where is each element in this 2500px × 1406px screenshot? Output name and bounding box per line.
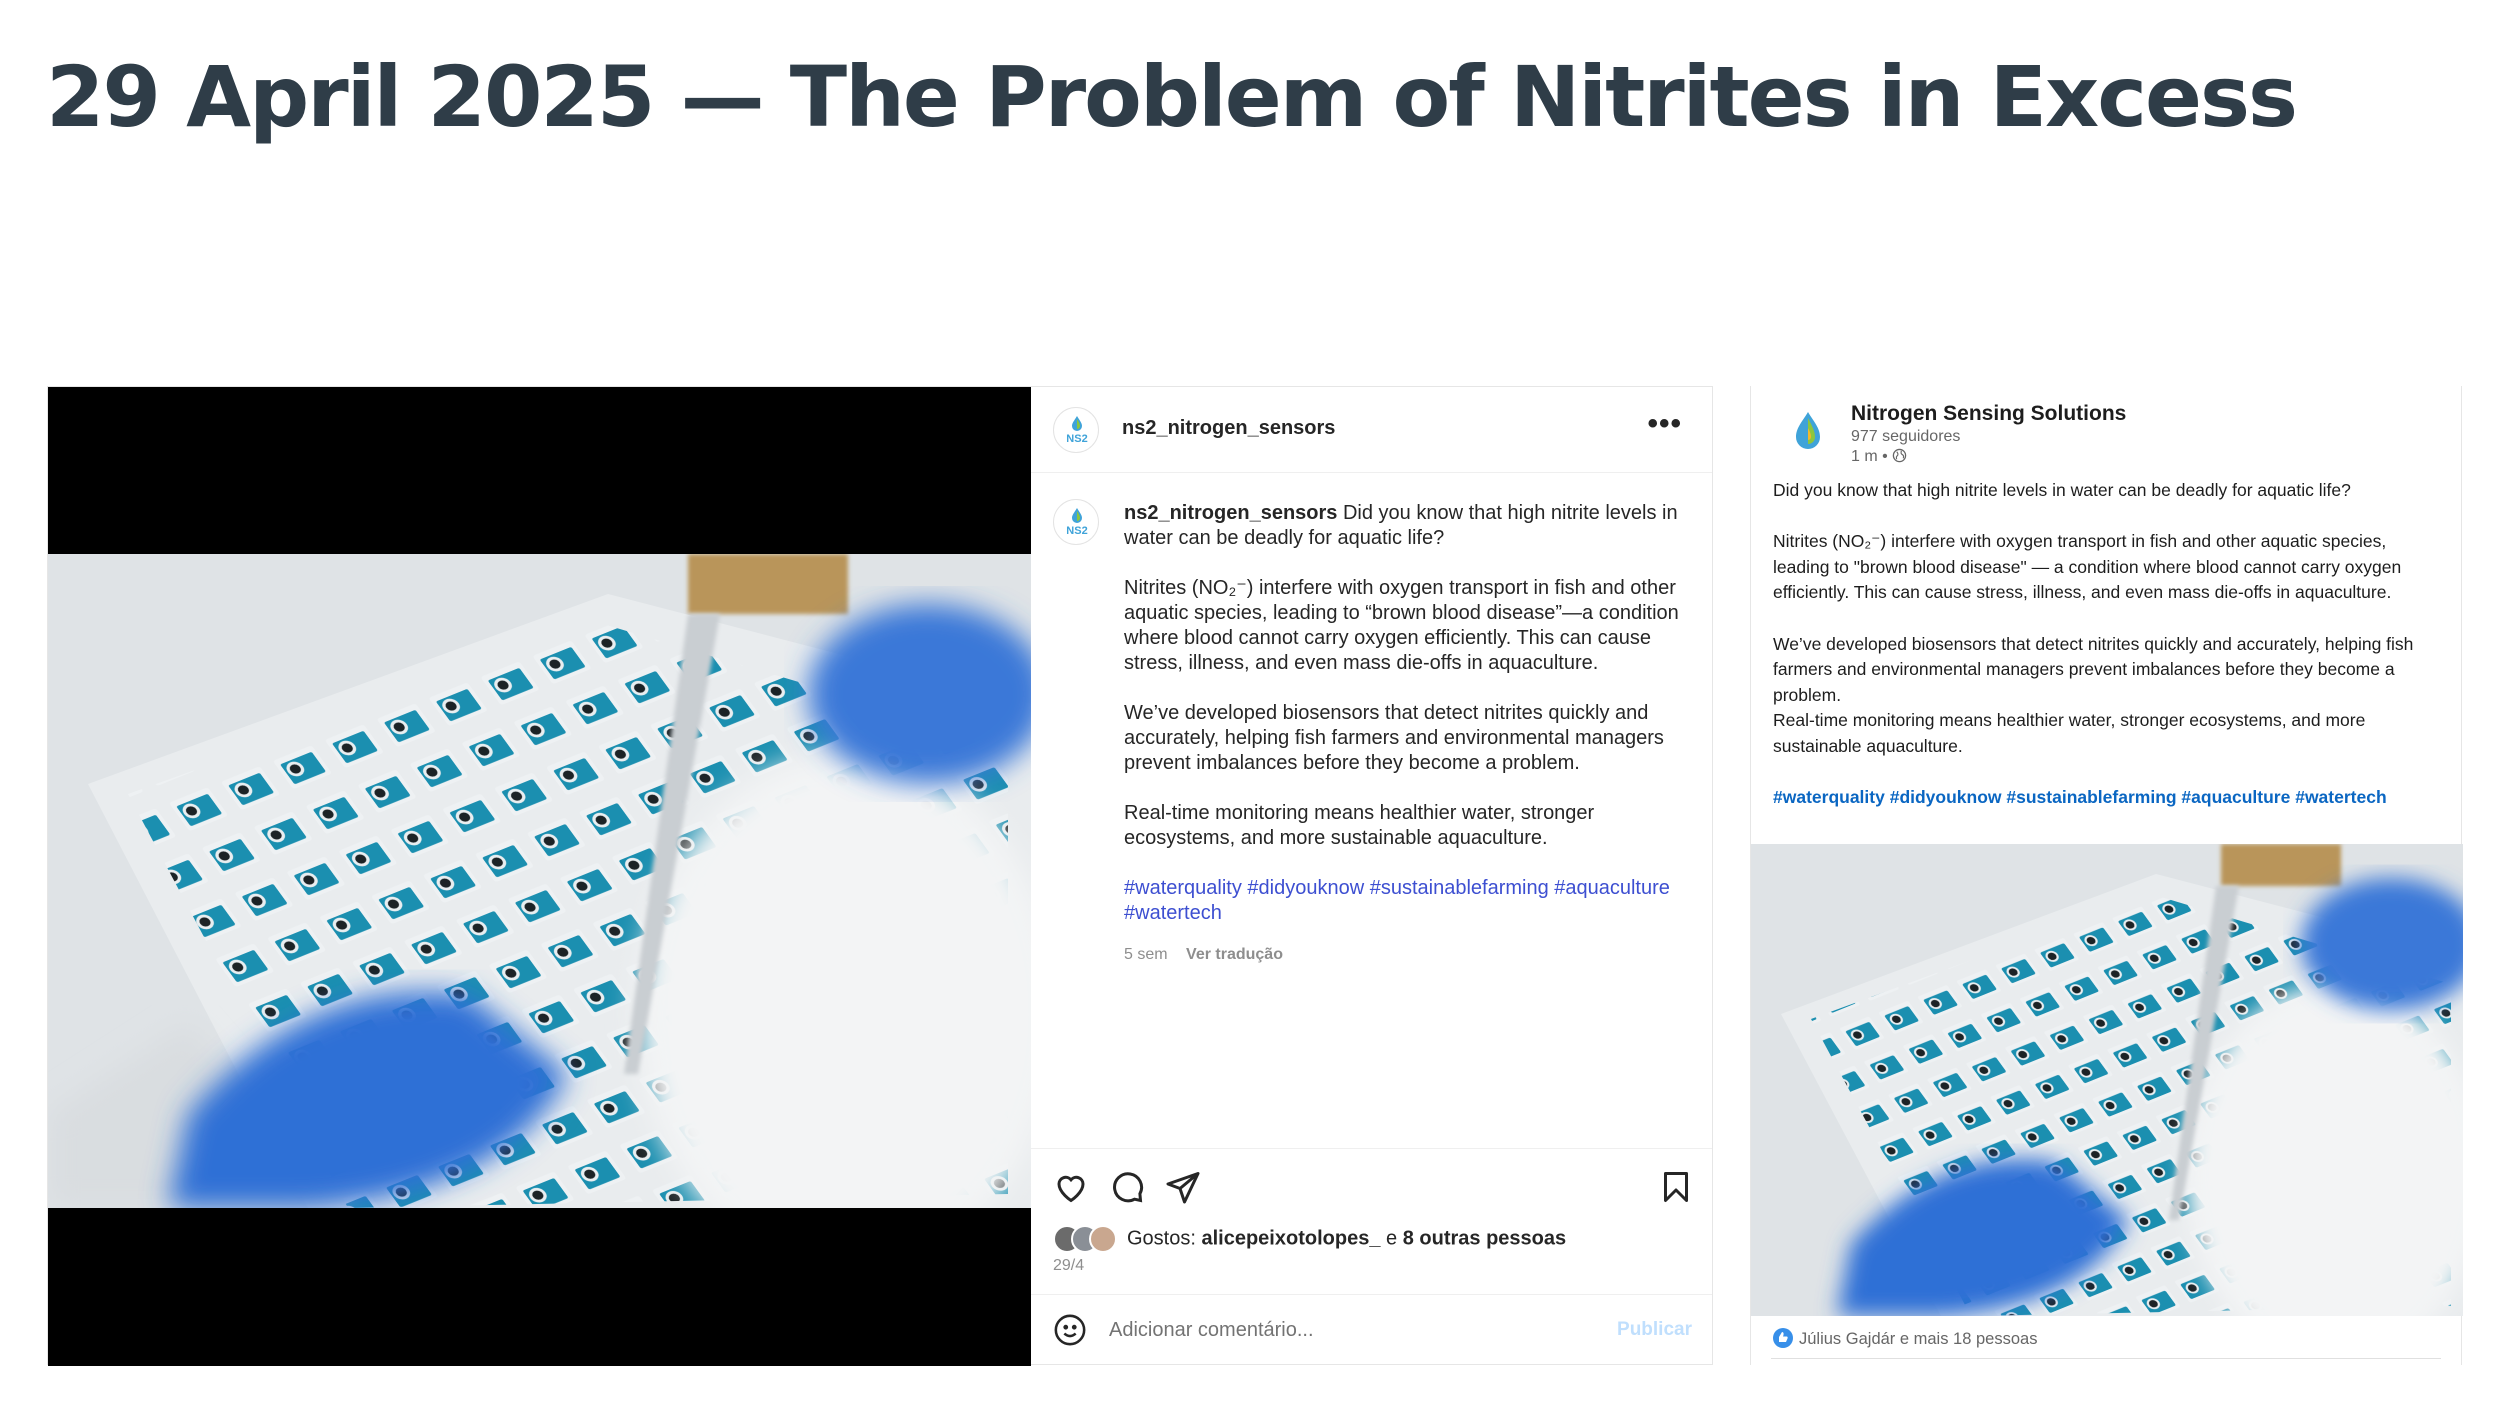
more-options-icon[interactable]: ••• (1647, 407, 1682, 441)
liker-avatar (1089, 1225, 1117, 1253)
bookmark-icon[interactable] (1658, 1169, 1694, 1205)
avatar-text: NS2 (1066, 433, 1087, 445)
comment-icon[interactable] (1109, 1169, 1145, 1205)
post-paragraph-2: Nitrites (NO₂⁻) interfere with oxygen tr… (1773, 531, 2402, 603)
follower-count: 977 seguidores (1851, 428, 1961, 445)
caption-avatar[interactable]: NS2 (1053, 499, 1099, 545)
liker-username[interactable]: alicepeixotolopes_ (1201, 1227, 1380, 1249)
emoji-icon[interactable] (1053, 1313, 1089, 1349)
caption-paragraph-4: Real-time monitoring means healthier wat… (1124, 802, 1595, 849)
caption-paragraph-3: We’ve developed biosensors that detect n… (1124, 702, 1664, 774)
post-time-text: 1 m • (1851, 448, 1888, 465)
thumbs-up-icon (1773, 1328, 1793, 1348)
post-paragraph-1: Did you know that high nitrite levels in… (1773, 480, 2351, 500)
company-name[interactable]: Nitrogen Sensing Solutions (1851, 402, 2126, 426)
post-header: NS2 ns2_nitrogen_sensors ••• (1031, 387, 1712, 473)
avatar-text: NS2 (1066, 525, 1087, 537)
divider (1771, 1358, 2441, 1359)
post-time: 1 m • (1851, 448, 1907, 466)
caption-username[interactable]: ns2_nitrogen_sensors (1124, 502, 1337, 524)
page-title: 29 April 2025 — The Problem of Nitrites … (46, 48, 2298, 146)
globe-icon (1892, 448, 1907, 463)
caption-section: NS2 ns2_nitrogen_sensors Did you know th… (1031, 473, 1712, 1133)
post-image[interactable] (1751, 844, 2463, 1316)
reactions-summary[interactable]: Július Gajdár e mais 18 pessoas (1773, 1328, 2037, 1349)
post-paragraph-4: Real-time monitoring means healthier wat… (1773, 710, 2366, 756)
publish-button[interactable]: Publicar (1617, 1319, 1692, 1341)
likes-connector: e (1380, 1227, 1403, 1250)
instagram-post: NS2 ns2_nitrogen_sensors ••• NS2 ns2_nit… (47, 386, 1713, 1366)
post-media[interactable] (48, 387, 1031, 1366)
other-likers-link[interactable]: 8 outras pessoas (1403, 1227, 1566, 1249)
username[interactable]: ns2_nitrogen_sensors (1122, 417, 1335, 440)
post-hashtags[interactable]: #waterquality #didyouknow #sustainablefa… (1773, 785, 2443, 811)
caption-text: ns2_nitrogen_sensors Did you know that h… (1124, 501, 1684, 967)
heart-icon[interactable] (1053, 1169, 1089, 1205)
post-sidebar: NS2 ns2_nitrogen_sensors ••• NS2 ns2_nit… (1031, 387, 1712, 1366)
likes-summary: Gostos: alicepeixotolopes_ e 8 outras pe… (1053, 1225, 1566, 1253)
post-age: 5 sem (1124, 946, 1168, 963)
company-logo[interactable] (1781, 406, 1835, 460)
post-paragraph-3: We’ve developed biosensors that detect n… (1773, 633, 2414, 705)
biosensor-photo (48, 554, 1031, 1208)
caption-paragraph-2: Nitrites (NO₂⁻) interfere with oxygen tr… (1124, 577, 1679, 674)
caption-meta: 5 sem Ver tradução (1124, 942, 1684, 967)
likes-prefix: Gostos: (1127, 1227, 1202, 1250)
liker-avatars[interactable] (1053, 1225, 1123, 1253)
share-icon[interactable] (1165, 1169, 1201, 1205)
comment-bar: Publicar (1031, 1294, 1712, 1366)
caption-hashtags[interactable]: #waterquality #didyouknow #sustainablefa… (1124, 876, 1684, 926)
post-date: 29/4 (1053, 1257, 1085, 1274)
comment-input[interactable] (1109, 1319, 1589, 1342)
action-bar (1031, 1148, 1712, 1204)
see-translation-link[interactable]: Ver tradução (1186, 946, 1283, 963)
post-text: Did you know that high nitrite levels in… (1773, 478, 2443, 836)
linkedin-post: Nitrogen Sensing Solutions 977 seguidore… (1750, 386, 2463, 1365)
reactions-text: Július Gajdár e mais 18 pessoas (1799, 1330, 2038, 1348)
profile-avatar[interactable]: NS2 (1053, 407, 1099, 453)
